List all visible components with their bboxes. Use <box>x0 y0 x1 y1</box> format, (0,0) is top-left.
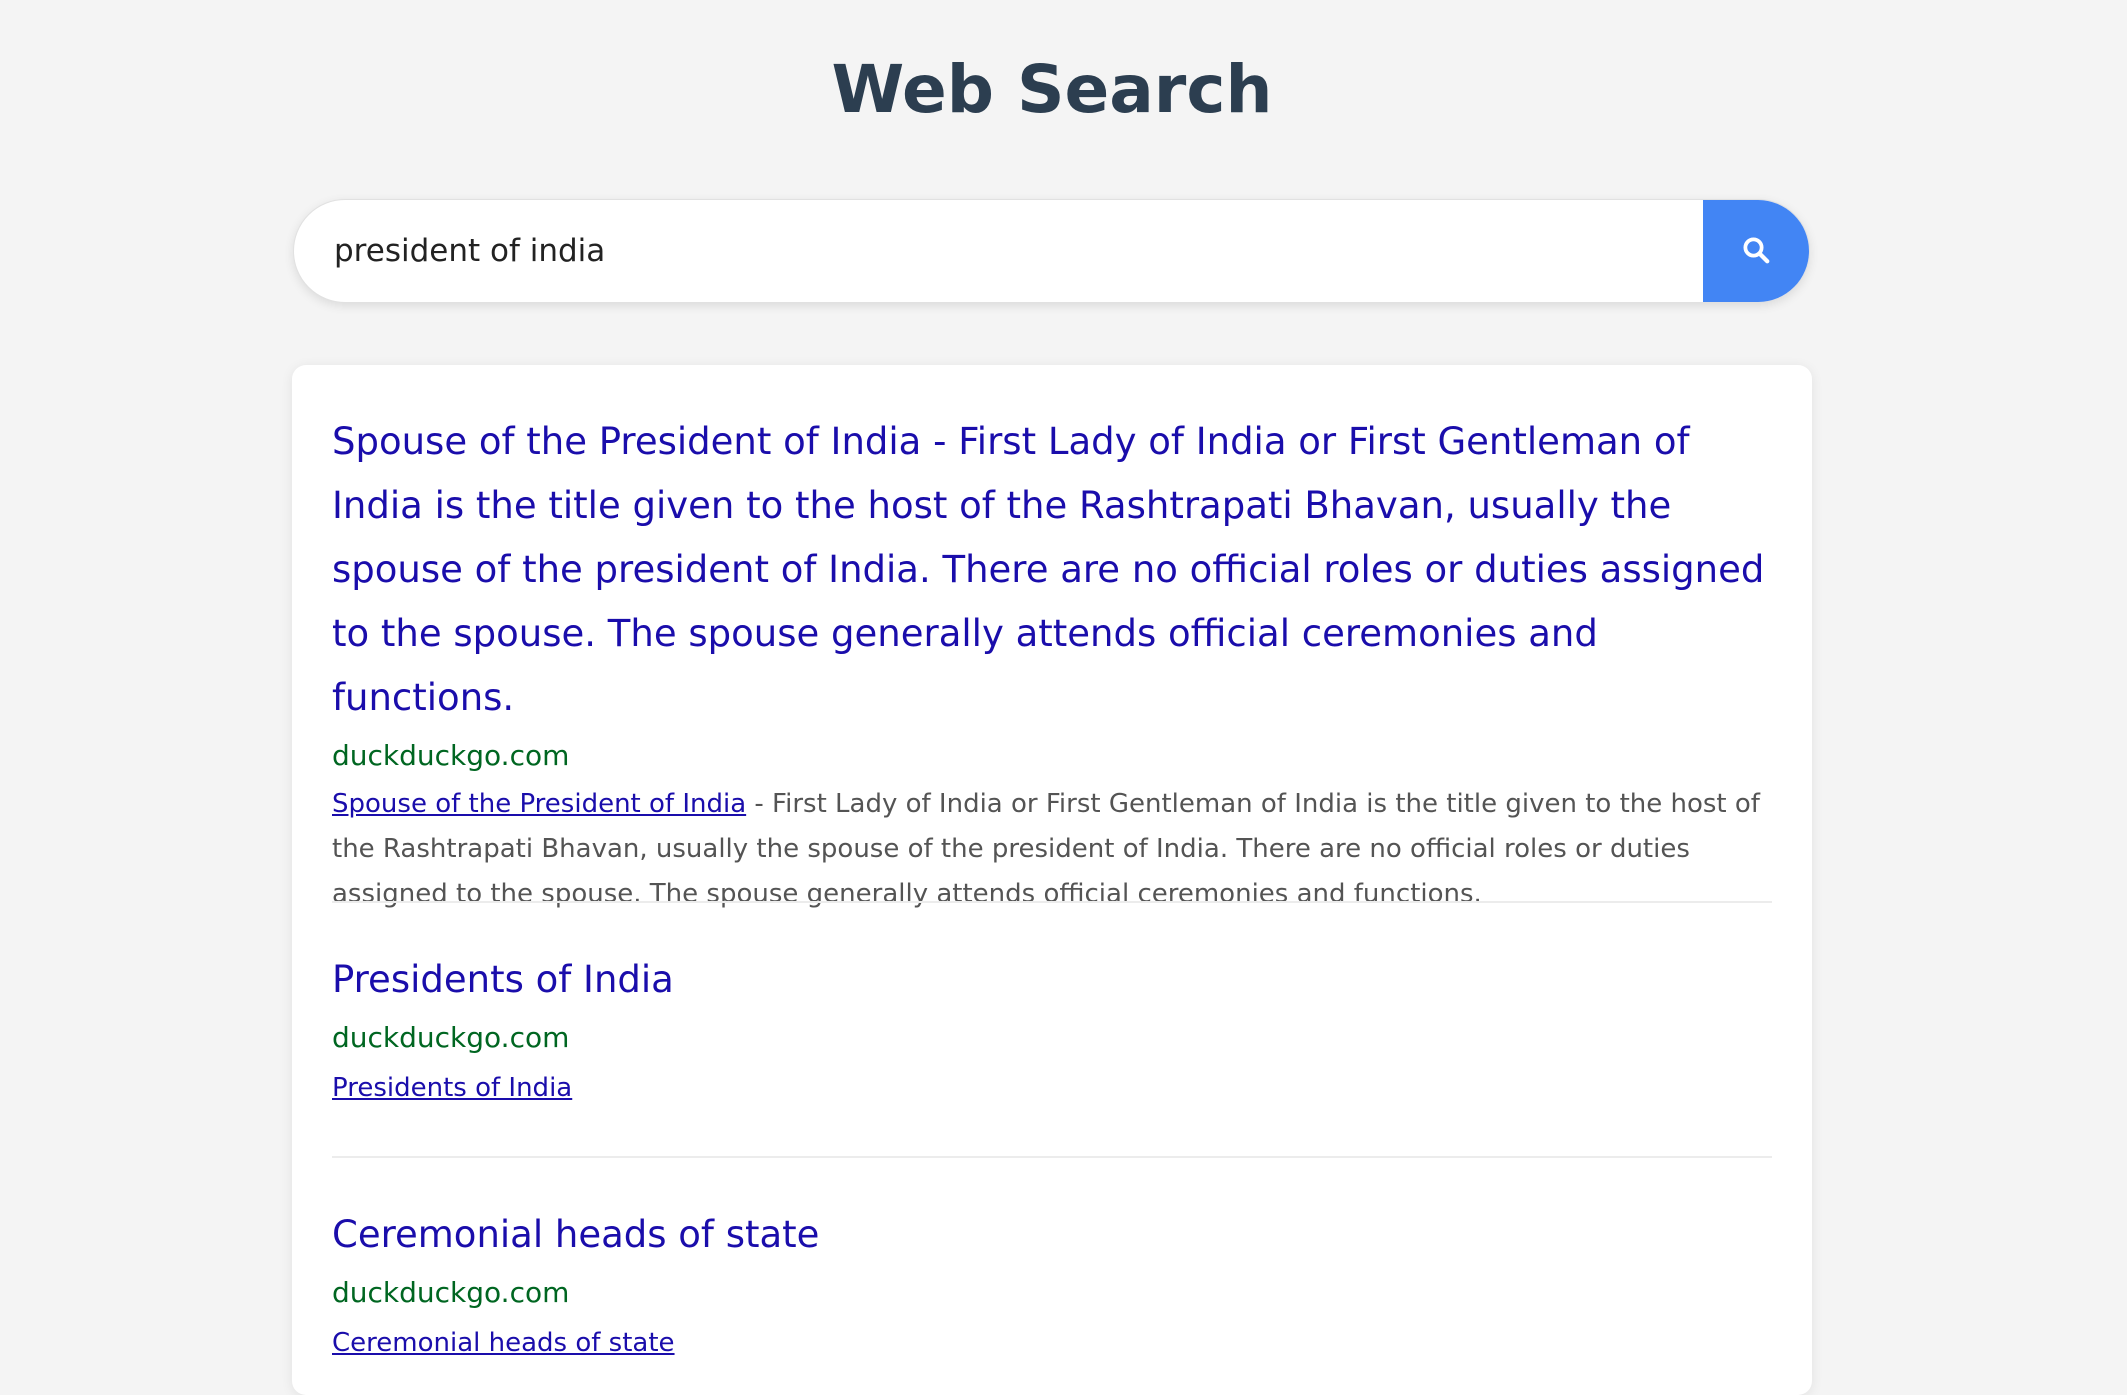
search-icon <box>1741 235 1771 268</box>
search-button[interactable] <box>1703 200 1809 302</box>
result-divider <box>332 1156 1772 1158</box>
search-input[interactable] <box>294 200 1703 302</box>
results-list: Spouse of the President of India - First… <box>292 365 1812 1395</box>
result-snippet-link[interactable]: Spouse of the President of India <box>332 789 746 819</box>
result-url: duckduckgo.com <box>332 739 570 772</box>
search-bar <box>293 199 1810 303</box>
result-snippet-link[interactable]: Ceremonial heads of state <box>332 1328 675 1358</box>
result-url: duckduckgo.com <box>332 1021 570 1054</box>
result-item: Ceremonial heads of state duckduckgo.com… <box>332 1203 1772 1366</box>
result-snippet: Ceremonial heads of state <box>332 1321 1772 1366</box>
result-snippet: Presidents of India <box>332 1066 1772 1111</box>
result-snippet: Spouse of the President of India - First… <box>332 782 1772 917</box>
result-snippet-link[interactable]: Presidents of India <box>332 1073 572 1103</box>
result-title-link[interactable]: Ceremonial heads of state <box>332 1203 1772 1267</box>
result-item: Spouse of the President of India - First… <box>332 410 1772 917</box>
result-title-link[interactable]: Spouse of the President of India - First… <box>332 410 1772 730</box>
result-title-link[interactable]: Presidents of India <box>332 948 1772 1012</box>
result-divider <box>332 901 1772 903</box>
result-item: Presidents of India duckduckgo.com Presi… <box>332 948 1772 1111</box>
page-title: Web Search <box>831 51 1273 128</box>
result-url: duckduckgo.com <box>332 1276 570 1309</box>
